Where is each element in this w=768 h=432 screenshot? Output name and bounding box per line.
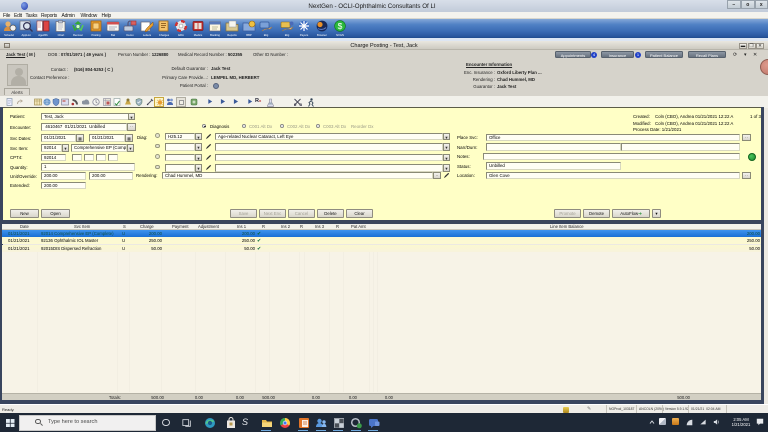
svg-text:$: $ bbox=[337, 21, 342, 31]
